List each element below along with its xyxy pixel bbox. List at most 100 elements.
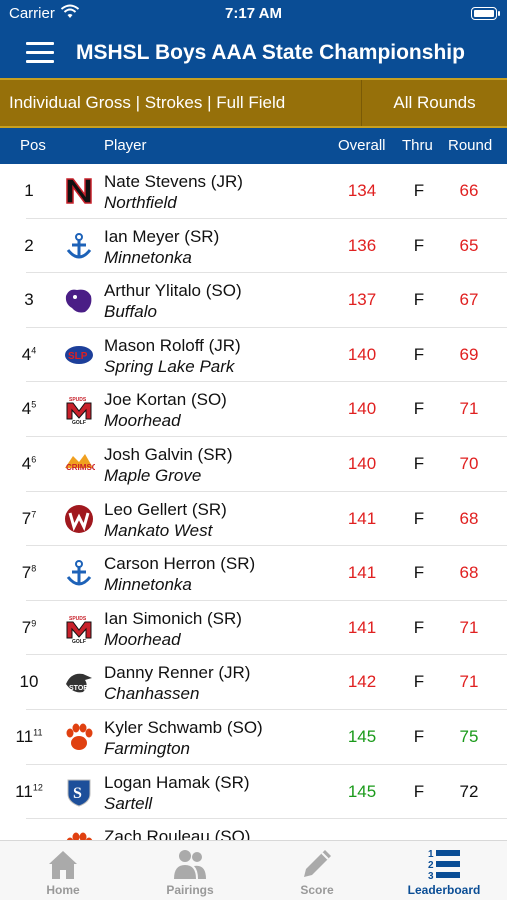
position-number: 10 [19, 672, 39, 692]
school-name: Buffalo [104, 302, 157, 322]
position: 10 [0, 672, 58, 692]
svg-text:SPUDS: SPUDS [69, 397, 87, 403]
svg-text:3: 3 [428, 871, 434, 882]
svg-text:SLP: SLP [68, 351, 88, 362]
leaderboard-row[interactable]: 46 CRIMSON Josh Galvin (SR)Maple Grove 140 F… [22, 437, 507, 492]
mankato-west-logo [63, 503, 95, 535]
status-bar: Carrier 7:17 AM [0, 0, 507, 30]
tab-home[interactable]: Home [0, 841, 126, 900]
player-name: Arthur Ylitalo (SO) [104, 281, 242, 301]
tab-score[interactable]: Score [254, 841, 380, 900]
svg-text:GOLF: GOLF [72, 420, 86, 425]
player-name: Ian Simonich (SR) [104, 608, 242, 628]
position: 1111 [0, 727, 58, 747]
school-name: Spring Lake Park [104, 356, 235, 376]
school-name: Moorhead [104, 629, 181, 649]
leaderboard-row[interactable]: 1112 S Logan Hamak (SR) Sartell 145 F 72 [15, 765, 507, 820]
thru-status: F [413, 453, 425, 473]
school-name: Northfield [104, 193, 177, 212]
position-number: 3 [24, 290, 34, 310]
leaderboard-row[interactable]: 2 Ian Meyer (SR) Minnetonka 136 F 65 [24, 219, 507, 274]
player-name: Josh Galvin (SR) [104, 444, 233, 464]
tie-order: 9 [31, 618, 37, 629]
leaderboard-icon: 123 [426, 846, 462, 882]
position-number: 1 [24, 181, 34, 200]
round-score: 72 [459, 781, 479, 801]
overall-score: 141 [347, 563, 377, 583]
moorhead-logo: SPUDS GOLF [63, 393, 95, 425]
player-name: Zach Rouleau (SO) [104, 827, 251, 840]
scoring-filter-button[interactable]: Individual Gross | Strokes | Full Field [0, 80, 360, 126]
leaderboard-row[interactable]: 77 Leo Gellert (SR) Mankato West 141 F 68 [22, 492, 507, 547]
school-name: Sartell [104, 793, 153, 813]
school-name: Moorhead [104, 411, 181, 431]
player-name: Logan Hamak (SR) [104, 772, 250, 792]
player-name: Leo Gellert (SR) [104, 499, 227, 519]
column-round: Round [448, 137, 493, 154]
status-time: 7:17 AM [225, 5, 282, 22]
thru-status: F [413, 290, 425, 310]
leaderboard-row[interactable]: 78 Carson Herron (SR) Minnetonka 141 F 68 [22, 546, 507, 601]
round-score: 65 [459, 235, 479, 255]
round-score: 70 [459, 453, 479, 473]
moorhead-logo: SPUDS GOLF [63, 612, 95, 644]
round-score: 71 [459, 672, 479, 692]
leaderboard-row[interactable]: 45 SPUDS GOLF Joe Kortan (SO) Moorhead 140 F 71 [22, 382, 507, 437]
tab-home-label: Home [46, 883, 80, 897]
rounds-filter-button[interactable]: All Rounds [362, 80, 507, 126]
leaderboard-row[interactable]: 1 Nate Stevens (JR) Northfield 134 F 66 [24, 164, 507, 219]
round-score: 69 [459, 344, 479, 364]
leaderboard-list[interactable]: 1 Nate Stevens (JR) Northfield 134 F 66 2 Ian M… [0, 164, 507, 840]
school-name: Farmington [104, 738, 190, 758]
thru-status: F [413, 726, 425, 746]
overall-score: 137 [347, 290, 377, 310]
column-header: Pos Player Overall Thru Round [0, 128, 507, 164]
player-name: Joe Kortan (SO) [104, 390, 227, 410]
tie-order: 6 [31, 454, 37, 465]
position: 79 [0, 618, 58, 638]
tie-order: 5 [31, 399, 37, 410]
tab-pairings[interactable]: Pairings [127, 841, 253, 900]
overall-score: 134 [347, 181, 377, 200]
tie-order: 7 [31, 508, 37, 519]
position: 45 [0, 399, 58, 419]
position: 78 [0, 563, 58, 583]
thru-status: F [413, 617, 425, 637]
tab-score-label: Score [300, 883, 334, 897]
overall-score: 141 [347, 508, 377, 528]
column-thru: Thru [402, 137, 433, 154]
leaderboard-row[interactable]: 79 SPUDS GOLF Ian Simonich (SR) Moorhead 141 F… [22, 601, 507, 656]
position-number: 7 [21, 508, 32, 528]
tab-leaderboard[interactable]: 123 Leaderboard [381, 841, 507, 900]
position-number: 2 [24, 235, 34, 255]
thru-status: F [413, 672, 425, 692]
sartell-logo: S [63, 776, 95, 808]
position-number: 11 [15, 781, 33, 801]
round-score: 75 [459, 726, 479, 746]
svg-text:CRIMSON: CRIMSON [66, 463, 95, 472]
player-name: Mason Roloff (JR) [104, 335, 241, 355]
leaderboard-row[interactable]: 1111 Kyler Schwamb (SO) Farmington 145 F 75 [16, 710, 507, 765]
round-score: 68 [459, 563, 479, 583]
maple-grove-logo: CRIMSON [63, 448, 95, 480]
leaderboard-row[interactable]: 44 SLP Mason Roloff (JR) Spring Lake Park 14… [22, 328, 507, 383]
hamburger-menu-icon[interactable] [26, 42, 54, 66]
svg-text:SPUDS: SPUDS [69, 616, 87, 622]
school-name: Chanhassen [104, 684, 200, 704]
farmington-logo [63, 830, 95, 840]
leaderboard-row[interactable]: Zach Rouleau (SO) [26, 819, 507, 840]
leaderboard-row[interactable]: 3 Arthur Ylitalo (SO) Buffalo 137 F 67 [24, 273, 507, 328]
round-score: 68 [459, 508, 479, 528]
overall-score: 145 [347, 781, 377, 801]
leaderboard-row[interactable]: 10 STORM Danny Renner (JR) Chanhassen 142 F 71 [20, 655, 507, 710]
overall-score: 140 [347, 344, 377, 364]
round-score: 66 [459, 181, 479, 200]
minnetonka-logo [63, 230, 95, 262]
tie-order: 4 [31, 345, 37, 356]
northfield-logo [63, 175, 95, 207]
battery-icon [471, 7, 497, 20]
page-title: MSHSL Boys AAA State Championship [76, 41, 465, 64]
overall-score: 145 [347, 726, 377, 746]
pencil-icon [299, 846, 335, 882]
school-name: Mankato West [104, 520, 213, 540]
